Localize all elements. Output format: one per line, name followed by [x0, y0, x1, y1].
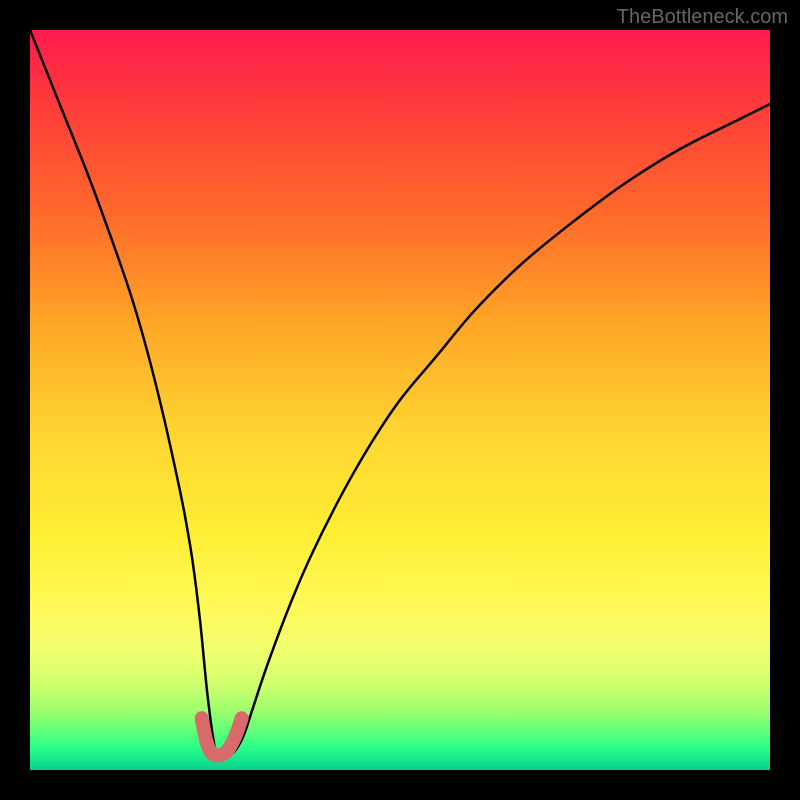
watermark-text: TheBottleneck.com [617, 6, 788, 29]
bottleneck-min-highlight [202, 718, 242, 755]
curve-svg [30, 30, 770, 770]
plot-area [30, 30, 770, 770]
chart-frame: TheBottleneck.com [0, 0, 800, 800]
bottleneck-curve [30, 30, 770, 756]
